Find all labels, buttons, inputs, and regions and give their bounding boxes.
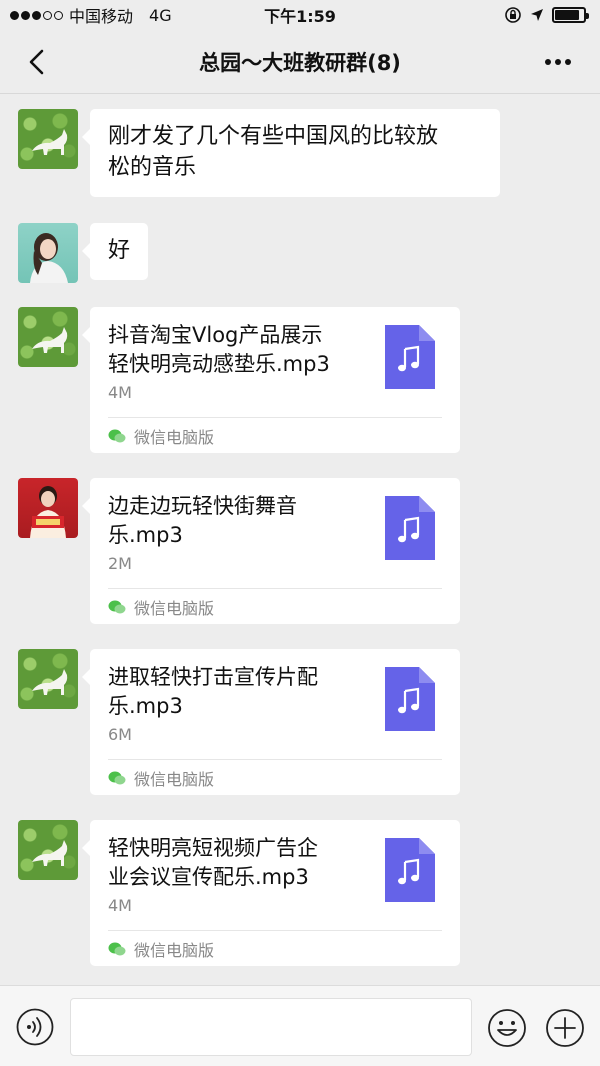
battery-icon <box>552 7 589 23</box>
sender-avatar[interactable] <box>18 820 78 880</box>
message-text: 刚才发了几个有些中国风的比较放 <box>108 124 439 149</box>
file-source-label: 微信电脑版 <box>134 598 215 618</box>
message-input[interactable] <box>70 998 472 1056</box>
cat-icon <box>32 327 68 353</box>
status-right <box>504 6 589 24</box>
file-source-label: 微信电脑版 <box>134 427 215 447</box>
wechat-icon <box>108 429 126 442</box>
person-portrait-icon <box>30 486 66 538</box>
lock-rotation-icon <box>505 7 521 23</box>
chat-header: 总园～大班教研群(8) <box>0 30 600 94</box>
status-bar: 中国移动 4G 下午1:59 <box>0 0 600 30</box>
network-type-label: 4G <box>149 5 172 25</box>
message-text: 好 <box>108 238 131 263</box>
file-name: 进取轻快打击宣传片配 乐.mp3 <box>108 663 358 721</box>
message-item: 轻快明亮短视频广告企 业会议宣传配乐.mp3 4M 微信电脑版 <box>18 820 460 966</box>
cat-icon <box>32 840 68 866</box>
cat-icon <box>32 669 68 695</box>
message-text: 松的音乐 <box>108 155 197 180</box>
sender-avatar[interactable] <box>18 478 78 538</box>
message-bubble[interactable]: 刚才发了几个有些中国风的比较放 松的音乐 <box>82 109 500 197</box>
music-file-icon <box>385 496 435 560</box>
file-message-bubble[interactable]: 边走边玩轻快街舞音 乐.mp3 2M 微信电脑版 <box>82 478 460 624</box>
file-name-line: 轻快明亮动感垫乐.mp3 <box>108 352 330 376</box>
location-arrow-icon <box>531 9 543 21</box>
message-item: 好 <box>18 223 149 283</box>
file-name-line: 抖音淘宝Vlog产品展示 <box>108 323 323 347</box>
status-left: 中国移动 4G <box>10 3 172 27</box>
file-source: 微信电脑版 <box>108 930 442 966</box>
file-source-label: 微信电脑版 <box>134 769 215 789</box>
message-list[interactable]: 刚才发了几个有些中国风的比较放 松的音乐 好 抖音淘宝Vlog产品展示 轻快明亮… <box>0 95 600 985</box>
file-message-bubble[interactable]: 抖音淘宝Vlog产品展示 轻快明亮动感垫乐.mp3 4M 微信电脑版 <box>82 307 460 453</box>
signal-strength-icon <box>10 10 63 20</box>
music-file-icon <box>385 325 435 389</box>
back-chevron-icon[interactable] <box>22 46 54 78</box>
file-name: 边走边玩轻快街舞音 乐.mp3 <box>108 492 358 550</box>
file-name-line: 边走边玩轻快街舞音 <box>108 494 297 518</box>
wechat-icon <box>108 942 126 955</box>
file-message-bubble[interactable]: 轻快明亮短视频广告企 业会议宣传配乐.mp3 4M 微信电脑版 <box>82 820 460 966</box>
sender-avatar[interactable] <box>18 307 78 367</box>
sender-avatar[interactable] <box>18 223 78 283</box>
plus-icon[interactable] <box>545 1008 585 1048</box>
file-source: 微信电脑版 <box>108 759 442 795</box>
file-name-line: 业会议宣传配乐.mp3 <box>108 865 309 889</box>
message-item: 进取轻快打击宣传片配 乐.mp3 6M 微信电脑版 <box>18 649 460 795</box>
file-source: 微信电脑版 <box>108 417 442 453</box>
file-source: 微信电脑版 <box>108 588 442 624</box>
file-name-line: 乐.mp3 <box>108 694 183 718</box>
wechat-icon <box>108 771 126 784</box>
message-bubble[interactable]: 好 <box>81 223 149 280</box>
more-dots-icon[interactable] <box>540 46 576 78</box>
music-file-icon <box>385 667 435 731</box>
girl-portrait-icon <box>30 233 68 283</box>
file-message-bubble[interactable]: 进取轻快打击宣传片配 乐.mp3 6M 微信电脑版 <box>82 649 460 795</box>
sender-avatar[interactable] <box>18 109 78 169</box>
message-item: 抖音淘宝Vlog产品展示 轻快明亮动感垫乐.mp3 4M 微信电脑版 <box>18 307 460 453</box>
sender-avatar[interactable] <box>18 649 78 709</box>
chat-title: 总园～大班教研群(8) <box>199 50 401 75</box>
input-bar <box>0 985 600 1066</box>
file-name-line: 乐.mp3 <box>108 523 183 547</box>
file-source-label: 微信电脑版 <box>134 940 215 960</box>
cat-icon <box>32 129 68 155</box>
file-name: 轻快明亮短视频广告企 业会议宣传配乐.mp3 <box>108 834 358 892</box>
wechat-icon <box>108 600 126 613</box>
carrier-label: 中国移动 <box>69 7 134 26</box>
file-name-line: 轻快明亮短视频广告企 <box>108 836 318 860</box>
file-name: 抖音淘宝Vlog产品展示 轻快明亮动感垫乐.mp3 <box>108 321 358 379</box>
file-name-line: 进取轻快打击宣传片配 <box>108 665 318 689</box>
music-file-icon <box>385 838 435 902</box>
message-item: 刚才发了几个有些中国风的比较放 松的音乐 <box>18 109 500 197</box>
voice-icon[interactable] <box>16 1008 54 1046</box>
emoji-icon[interactable] <box>487 1008 527 1048</box>
message-item: 边走边玩轻快街舞音 乐.mp3 2M 微信电脑版 <box>18 478 460 624</box>
